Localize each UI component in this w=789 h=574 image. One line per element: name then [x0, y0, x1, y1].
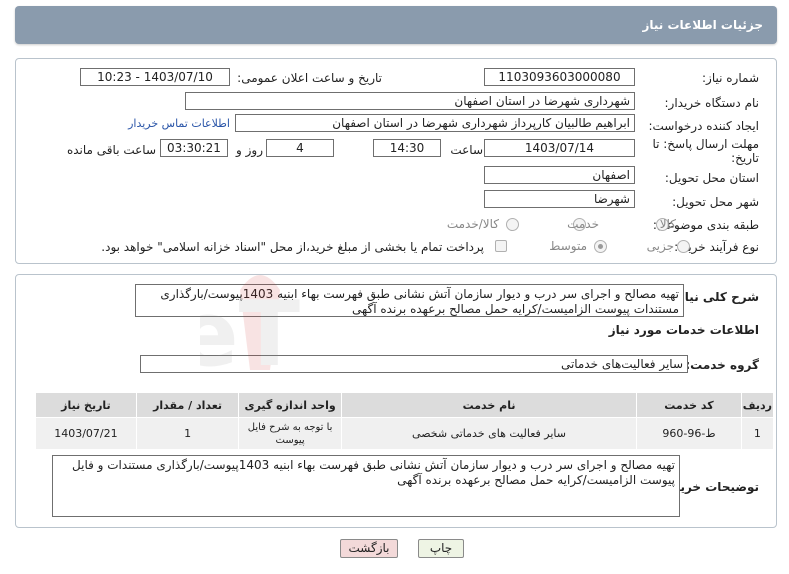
buyer-org-field: شهرداری شهرضا در استان اصفهان	[185, 92, 635, 110]
deadline-label-date: تاریخ:	[731, 151, 759, 165]
service-group-field: سایر فعالیت‌های خدماتی	[140, 355, 688, 373]
process-medium-label: متوسط	[549, 239, 587, 253]
print-button[interactable]: چاپ	[418, 539, 464, 558]
col-unit: واحد اندازه گیری	[238, 392, 342, 418]
services-table-header: ردیف کد خدمت نام خدمت واحد اندازه گیری ت…	[35, 392, 775, 418]
treasury-payment-note: پرداخت تمام یا بخشی از مبلغ خرید،از محل …	[101, 240, 484, 254]
treasury-payment-checkbox[interactable]	[495, 240, 507, 252]
back-button[interactable]: بازگشت	[340, 539, 398, 558]
days-label: روز و	[236, 143, 263, 157]
deadline-time-label: ساعت	[450, 143, 483, 157]
city-label: شهر محل تحویل:	[672, 195, 759, 209]
cell-date: 1403/07/21	[35, 417, 137, 450]
category-goods-label: کالا	[659, 217, 676, 231]
category-goods-service-radio[interactable]	[506, 218, 519, 231]
cell-qty: 1	[135, 417, 240, 450]
days-remaining-field: 4	[266, 139, 334, 157]
need-number-label: شماره نیاز:	[702, 71, 759, 85]
cell-name: سایر فعالیت های خدماتی شخصی	[340, 417, 638, 450]
cell-row: 1	[740, 417, 775, 450]
deadline-date-field: 1403/07/14	[484, 139, 635, 157]
summary-label: شرح کلی نیاز:	[673, 290, 759, 304]
need-number-field: 1103093603000080	[484, 68, 635, 86]
process-medium-radio[interactable]	[594, 240, 607, 253]
summary-textarea[interactable]: تهیه مصالح و اجرای سر درب و دیوار سازمان…	[135, 284, 684, 317]
col-qty: تعداد / مقدار	[135, 392, 240, 418]
services-table: ردیف کد خدمت نام خدمت واحد اندازه گیری ت…	[35, 392, 775, 450]
need-info-panel	[15, 58, 777, 264]
announce-date-label: تاریخ و ساعت اعلان عمومی:	[237, 71, 382, 85]
col-date: تاریخ نیاز	[35, 392, 137, 418]
process-minor-radio[interactable]	[677, 240, 690, 253]
table-row: 1 ط-96-960 سایر فعالیت های خدماتی شخصی ب…	[35, 417, 775, 450]
deadline-time-field: 14:30	[373, 139, 441, 157]
creator-field: ابراهیم طالبیان کارپرداز شهرداری شهرضا د…	[235, 114, 635, 132]
category-service-label: خدمت	[567, 217, 599, 231]
remaining-time-label: ساعت باقی مانده	[66, 143, 156, 157]
services-section-title: اطلاعات خدمات مورد نیاز	[608, 323, 759, 337]
col-name: نام خدمت	[340, 392, 638, 418]
buyer-org-label: نام دستگاه خریدار:	[664, 96, 760, 110]
col-code: کد خدمت	[636, 392, 742, 418]
col-row: ردیف	[740, 392, 775, 418]
buyer-contact-link[interactable]: اطلاعات تماس خریدار	[128, 117, 230, 130]
page-title: جزئیات اطلاعات نیاز	[642, 18, 763, 32]
cell-unit: با توجه به شرح فایل پیوست	[238, 417, 342, 450]
cell-code: ط-96-960	[636, 417, 742, 450]
service-group-label: گروه خدمت:	[685, 358, 759, 372]
city-field: شهرضا	[484, 190, 635, 208]
deadline-label: مهلت ارسال پاسخ: تا	[652, 137, 759, 151]
creator-label: ایجاد کننده درخواست:	[648, 119, 759, 133]
page-header: جزئیات اطلاعات نیاز	[15, 6, 777, 44]
province-label: استان محل تحویل:	[664, 171, 759, 185]
province-field: اصفهان	[484, 166, 635, 184]
category-goods-service-label: کالا/خدمت	[446, 217, 499, 231]
remaining-time-field: 03:30:21	[160, 139, 228, 157]
announce-date-field: 1403/07/10 - 10:23	[80, 68, 230, 86]
process-minor-label: جزیی	[646, 239, 674, 253]
buyer-notes-textarea[interactable]: تهیه مصالح و اجرای سر درب و دیوار سازمان…	[52, 455, 680, 517]
